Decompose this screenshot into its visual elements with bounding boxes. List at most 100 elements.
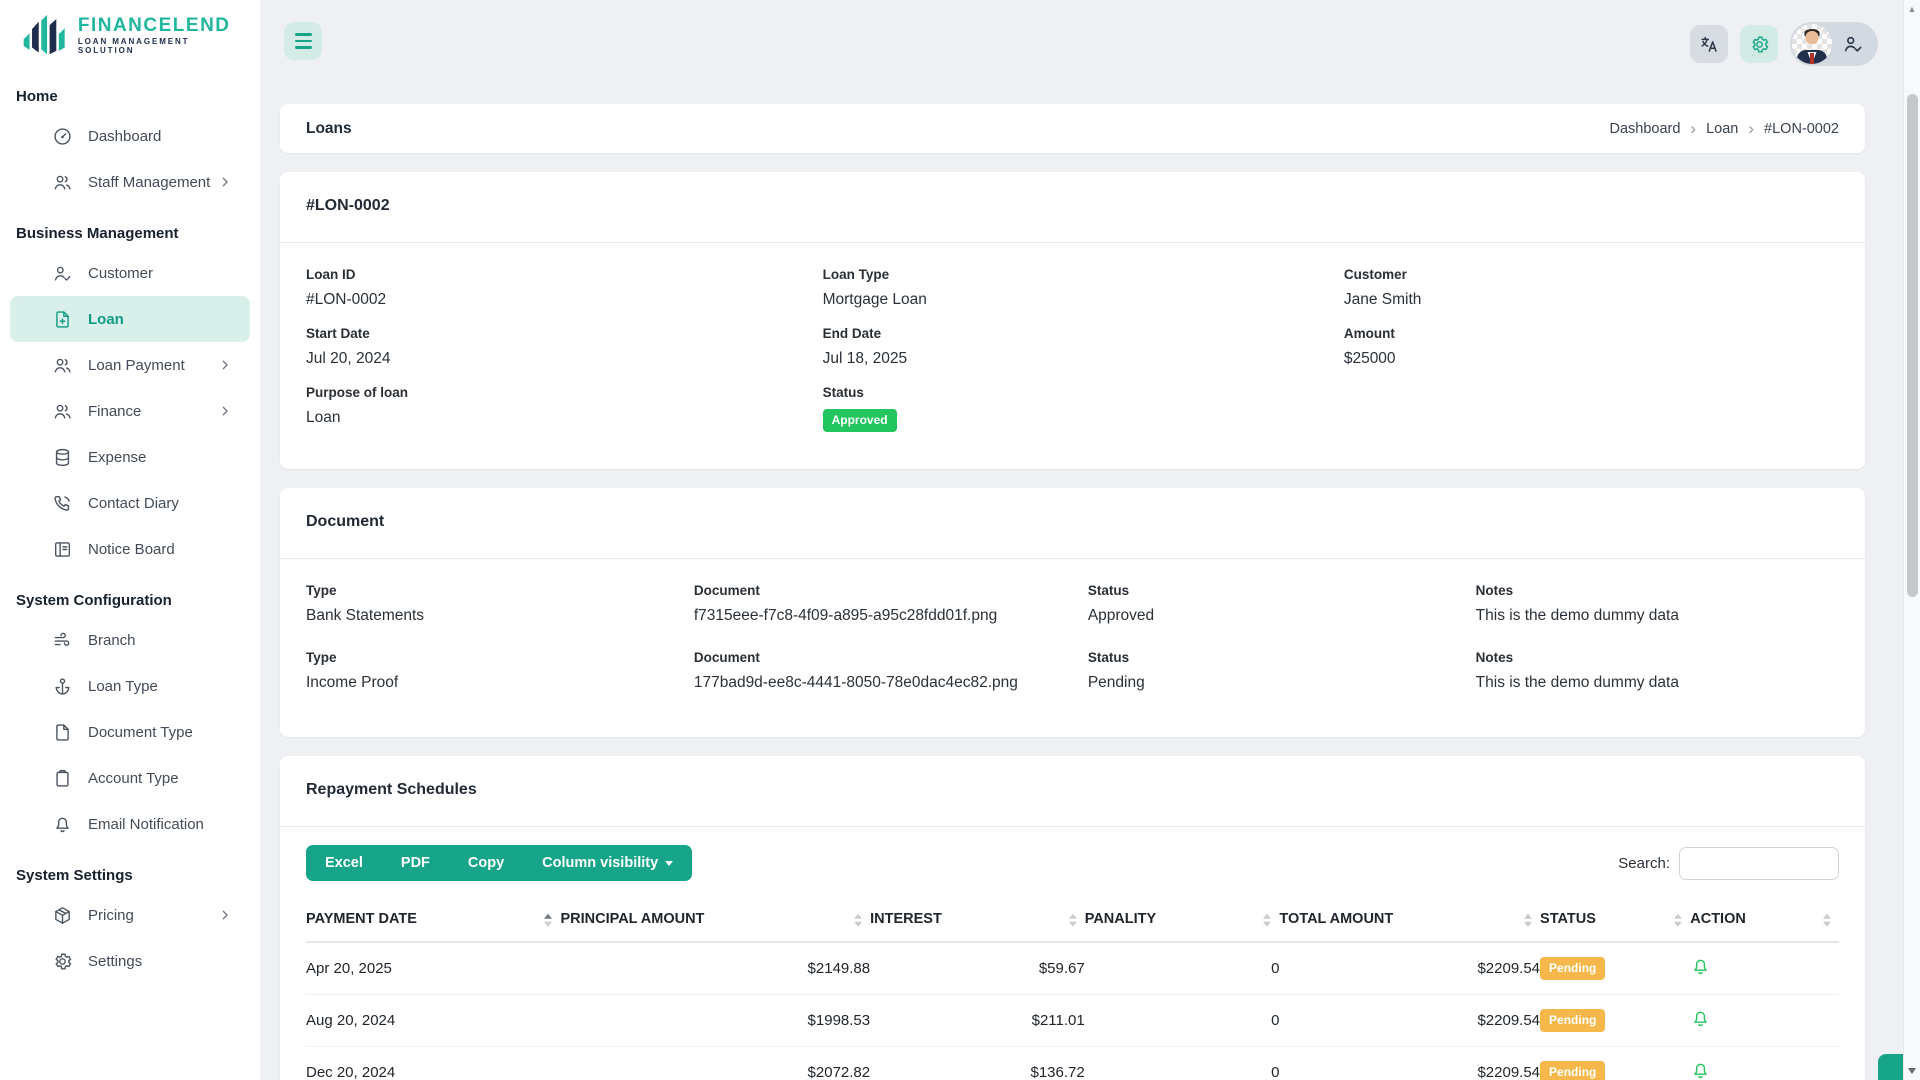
cell-principal: $1998.53 — [560, 995, 870, 1047]
notify-bell-button[interactable] — [1690, 956, 1711, 977]
column-header-action[interactable]: ACTION — [1690, 899, 1839, 942]
settings-gear-button[interactable] — [1740, 25, 1778, 63]
page-title: Loans — [306, 120, 352, 138]
users-icon — [52, 172, 73, 193]
sidebar-item-customer[interactable]: Customer — [10, 250, 250, 296]
sidebar-item-staff-management[interactable]: Staff Management — [10, 159, 250, 205]
sidebar-item-label: Expense — [88, 449, 232, 466]
nav-section-title-business-management: Business Management — [0, 225, 260, 242]
sidebar-toggle-button[interactable] — [284, 22, 322, 60]
nav-section-title-system-settings: System Settings — [0, 867, 260, 884]
brand-name: FINANCELEND — [78, 15, 246, 37]
sidebar-item-loan-payment[interactable]: Loan Payment — [10, 342, 250, 388]
loan-fields: Loan ID #LON-0002Loan Type Mortgage Loan… — [306, 267, 1839, 449]
cell-total: $2209.54 — [1279, 995, 1540, 1047]
payment-status-badge: Pending — [1540, 957, 1605, 980]
gear-icon — [52, 951, 73, 972]
sidebar-item-label: Branch — [88, 632, 232, 649]
gear-icon — [1749, 34, 1770, 55]
repayment-table: PAYMENT DATEPRINCIPAL AMOUNTINTERESTPANA… — [306, 899, 1839, 1080]
sidebar-item-expense[interactable]: Expense — [10, 434, 250, 480]
cell-principal: $2072.82 — [560, 1047, 870, 1080]
wind-icon — [52, 630, 73, 651]
breadcrumb: Dashboard›Loan›#LON-0002 — [1609, 120, 1839, 137]
breadcrumb-separator: › — [1690, 120, 1696, 137]
sort-arrows-icon — [854, 914, 862, 927]
document-status: Pending — [1088, 674, 1476, 692]
sidebar-item-label: Contact Diary — [88, 495, 232, 512]
sidebar: FINANCELEND LOAN MANAGEMENT SOLUTION Hom… — [0, 0, 260, 1080]
payment-status-badge: Pending — [1540, 1061, 1605, 1080]
sidebar-item-label: Loan Payment — [88, 357, 218, 374]
hamburger-icon — [295, 33, 312, 48]
document-file-link[interactable]: f7315eee-f7c8-4f09-a895-a95c28fdd01f.png — [694, 607, 1088, 625]
sidebar-item-label: Dashboard — [88, 128, 232, 145]
cell-total: $2209.54 — [1279, 1047, 1540, 1080]
sidebar-nav: HomeDashboardStaff ManagementBusiness Ma… — [0, 88, 260, 984]
loan-field-amount: Amount $25000 — [1344, 326, 1839, 368]
sort-arrows-icon — [1263, 914, 1271, 927]
excel-export-button[interactable]: Excel — [306, 845, 382, 881]
sidebar-item-label: Document Type — [88, 724, 232, 741]
document-row: TypeIncome ProofDocument177bad9d-ee8c-44… — [306, 650, 1839, 709]
document-notes: This is the demo dummy data — [1476, 607, 1839, 625]
scrollbar-up-arrow[interactable]: ▲ — [1904, 2, 1920, 16]
loan-field-loan-type: Loan Type Mortgage Loan — [823, 267, 1344, 309]
cell-penalty: 0 — [1085, 995, 1280, 1047]
loan-detail-card: #LON-0002 Loan ID #LON-0002Loan Type Mor… — [280, 172, 1865, 469]
language-button[interactable] — [1690, 25, 1728, 63]
sidebar-item-label: Loan Type — [88, 678, 232, 695]
sidebar-item-loan[interactable]: Loan — [10, 296, 250, 342]
sidebar-item-contact-diary[interactable]: Contact Diary — [10, 480, 250, 526]
sidebar-item-label: Notice Board — [88, 541, 232, 558]
breadcrumb-item-loan[interactable]: Loan — [1706, 121, 1738, 137]
column-header-total-amount[interactable]: TOTAL AMOUNT — [1279, 899, 1540, 942]
profile-menu[interactable] — [1790, 22, 1878, 66]
cell-payment_date: Dec 20, 2024 — [306, 1047, 560, 1080]
sidebar-item-label: Customer — [88, 265, 232, 282]
column-header-panality[interactable]: PANALITY — [1085, 899, 1280, 942]
sidebar-item-pricing[interactable]: Pricing — [10, 892, 250, 938]
document-status: Approved — [1088, 607, 1476, 625]
document-row: TypeBank StatementsDocumentf7315eee-f7c8… — [306, 583, 1839, 642]
scrollbar-thumb[interactable] — [1907, 94, 1918, 597]
file-plus-icon — [52, 309, 73, 330]
user-check-icon — [1842, 33, 1864, 55]
loan-field-customer: Customer Jane Smith — [1344, 267, 1839, 309]
cell-penalty: 0 — [1085, 942, 1280, 995]
pdf-export-button[interactable]: PDF — [382, 845, 449, 881]
column-header-payment-date[interactable]: PAYMENT DATE — [306, 899, 560, 942]
sidebar-item-notice-board[interactable]: Notice Board — [10, 526, 250, 572]
copy-export-button[interactable]: Copy — [449, 845, 523, 881]
sidebar-item-loan-type[interactable]: Loan Type — [10, 663, 250, 709]
sidebar-item-account-type[interactable]: Account Type — [10, 755, 250, 801]
sidebar-item-document-type[interactable]: Document Type — [10, 709, 250, 755]
sidebar-item-finance[interactable]: Finance — [10, 388, 250, 434]
document-card-title: Document — [306, 513, 1839, 531]
sort-arrows-icon — [1823, 914, 1831, 927]
table-search-input[interactable] — [1679, 847, 1839, 880]
brand-logo[interactable]: FINANCELEND LOAN MANAGEMENT SOLUTION — [0, 0, 260, 68]
cell-penalty: 0 — [1085, 1047, 1280, 1080]
column-header-interest[interactable]: INTEREST — [870, 899, 1085, 942]
sidebar-item-dashboard[interactable]: Dashboard — [10, 113, 250, 159]
column-header-principal-amount[interactable]: PRINCIPAL AMOUNT — [560, 899, 870, 942]
board-icon — [52, 539, 73, 560]
notify-bell-button[interactable] — [1690, 1060, 1711, 1080]
file-icon — [52, 722, 73, 743]
scrollbar-down-arrow[interactable] — [1908, 1068, 1916, 1074]
sidebar-item-settings[interactable]: Settings — [10, 938, 250, 984]
column-visibility-dropdown[interactable]: Column visibility — [523, 845, 692, 881]
caret-down-icon — [665, 861, 673, 866]
notify-bell-button[interactable] — [1690, 1008, 1711, 1029]
sidebar-item-email-notification[interactable]: Email Notification — [10, 801, 250, 847]
brand-tagline: LOAN MANAGEMENT SOLUTION — [78, 37, 246, 55]
chevron-right-icon — [218, 175, 232, 189]
page-scrollbar[interactable]: ▲ — [1903, 0, 1920, 1080]
loan-field-end-date: End Date Jul 18, 2025 — [823, 326, 1344, 368]
column-header-status[interactable]: STATUS — [1540, 899, 1690, 942]
breadcrumb-item-dashboard[interactable]: Dashboard — [1609, 121, 1680, 137]
document-file-link[interactable]: 177bad9d-ee8c-4441-8050-78e0dac4ec82.png — [694, 674, 1088, 692]
sidebar-item-branch[interactable]: Branch — [10, 617, 250, 663]
cell-interest: $59.67 — [870, 942, 1085, 995]
